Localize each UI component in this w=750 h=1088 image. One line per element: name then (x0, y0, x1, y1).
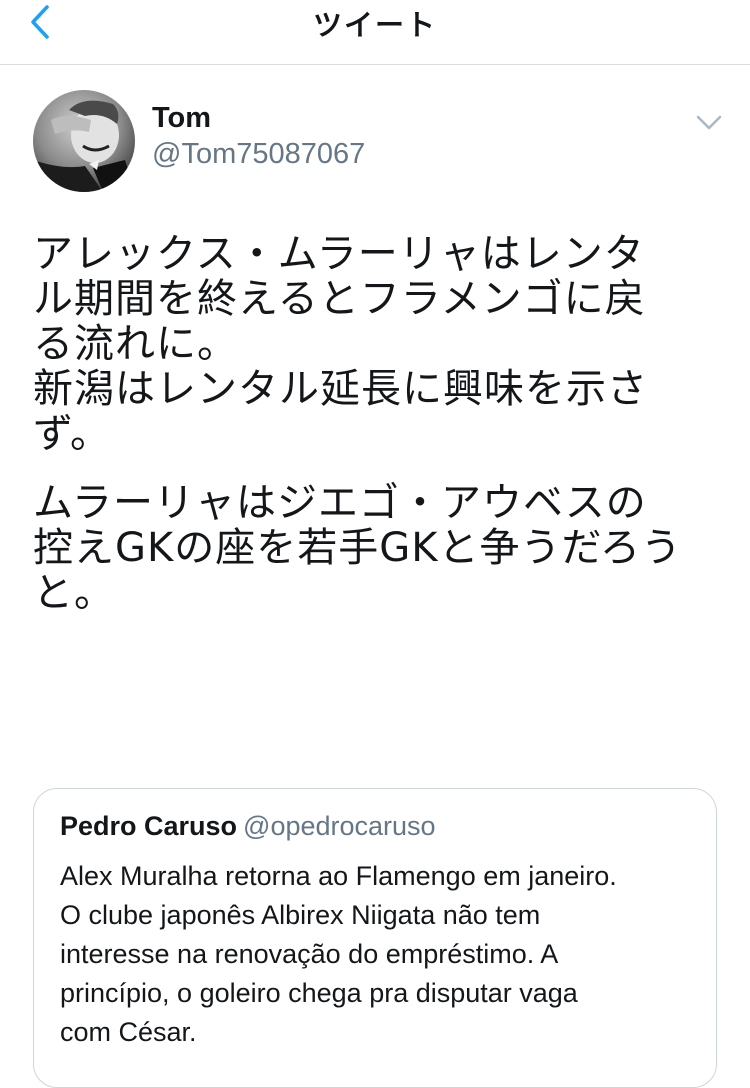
chevron-down-icon (696, 115, 722, 130)
quoted-tweet-text: Alex Muralha retorna ao Flamengo em jane… (60, 861, 617, 1047)
quoted-tweet-header: Pedro Caruso @opedrocaruso (60, 811, 436, 842)
author-handle[interactable]: @Tom75087067 (152, 138, 365, 171)
author-name[interactable]: Tom (152, 102, 211, 135)
tweet-text: アレックス・ムラーリャはレンタ ル期間を終えるとフラメンゴに戻 る流れに。 新潟… (33, 232, 733, 616)
quoted-author-handle: @opedrocaruso (243, 811, 436, 841)
avatar[interactable] (33, 90, 135, 192)
more-options-button[interactable] (694, 110, 724, 134)
tweet-paragraph: ムラーリャはジエゴ・アウベスの 控えGKの座を若手GKと争うだろう と。 (33, 480, 683, 616)
quoted-tweet-card[interactable]: Pedro Caruso @opedrocaruso Alex Muralha r… (33, 788, 717, 1088)
tweet-paragraph: アレックス・ムラーリャはレンタ ル期間を終えるとフラメンゴに戻 る流れに。 新潟… (33, 231, 648, 457)
page-title: ツイート (312, 8, 437, 42)
quoted-author-name: Pedro Caruso (60, 811, 238, 841)
navigation-bar: ツイート (0, 0, 750, 65)
